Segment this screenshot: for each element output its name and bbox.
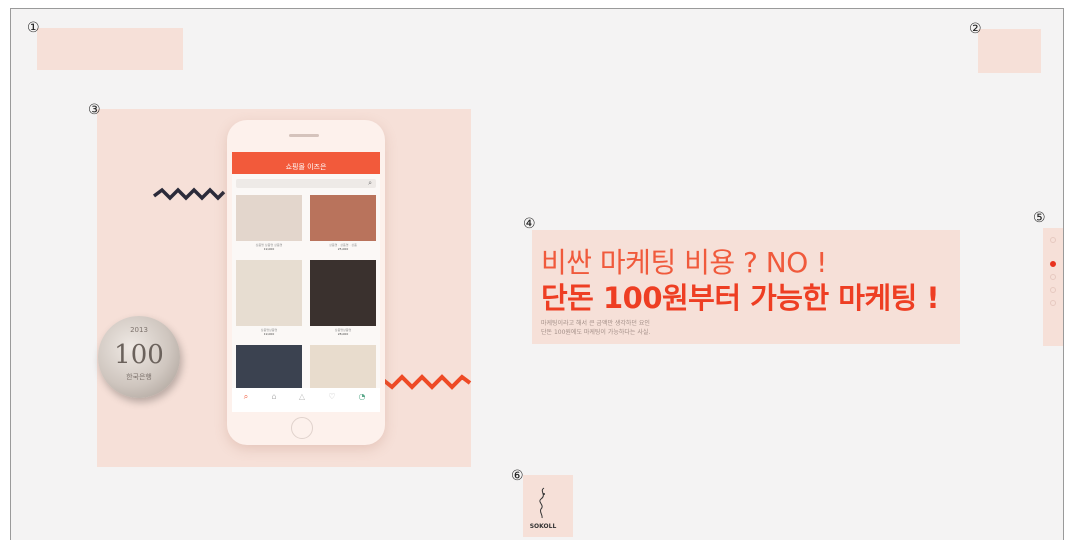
home-button bbox=[291, 417, 313, 439]
product-card[interactable]: 상품명 상품명 상품명 19,000 bbox=[236, 195, 302, 251]
scroll-mouse-icon[interactable] bbox=[535, 486, 551, 520]
product-image bbox=[310, 345, 376, 390]
pagination-dot[interactable] bbox=[1050, 287, 1056, 293]
marker-1: ① bbox=[27, 20, 40, 36]
coin-label: 한국은행 bbox=[126, 373, 152, 381]
tab-cart-icon[interactable]: ◔ bbox=[352, 392, 372, 401]
product-image bbox=[310, 195, 376, 241]
product-price: 28,000 bbox=[337, 332, 349, 336]
marker-3: ③ bbox=[88, 102, 101, 118]
phone-speaker bbox=[289, 134, 319, 137]
zigzag-orange-icon bbox=[380, 374, 472, 390]
zigzag-dark-icon bbox=[152, 187, 226, 201]
marker-5: ⑤ bbox=[1033, 210, 1046, 226]
product-image bbox=[236, 345, 302, 390]
phone-mockup: 쇼핑몰 이즈은 ⌕ 상품명 상품명 상품명 19,000 상품명 · 상품명 ·… bbox=[227, 120, 385, 445]
search-icon[interactable]: ⌕ bbox=[368, 179, 372, 188]
product-price: 25,000 bbox=[337, 247, 349, 251]
pagination-dot-active[interactable] bbox=[1050, 261, 1056, 267]
tab-bar: ⌕ ⌂ △ ♡ ◔ bbox=[232, 388, 380, 412]
marker-2: ② bbox=[969, 21, 982, 37]
product-card[interactable] bbox=[310, 345, 376, 390]
product-image bbox=[236, 195, 302, 241]
product-card[interactable]: 상품명상품명 19,000 bbox=[236, 260, 302, 336]
product-image bbox=[236, 260, 302, 326]
coin-image: 2013 100 한국은행 bbox=[98, 316, 180, 398]
hero-description-1: 마케팅이라고 해서 큰 금액만 생각하던 요인 bbox=[541, 320, 650, 327]
brand-name: SOKOLL bbox=[529, 523, 557, 530]
marker-4: ④ bbox=[523, 216, 536, 232]
menu-area[interactable] bbox=[978, 29, 1041, 73]
coin-year: 2013 bbox=[130, 326, 148, 334]
tab-search-icon[interactable]: ⌕ bbox=[236, 392, 256, 402]
tab-home-icon[interactable]: ⌂ bbox=[264, 392, 284, 401]
tab-wishlist-icon[interactable]: ♡ bbox=[322, 392, 342, 401]
product-card[interactable] bbox=[236, 345, 302, 390]
search-input[interactable]: ⌕ bbox=[236, 179, 376, 188]
status-bar bbox=[232, 152, 380, 160]
phone-screen: 쇼핑몰 이즈은 ⌕ 상품명 상품명 상품명 19,000 상품명 · 상품명 ·… bbox=[232, 152, 380, 412]
product-image bbox=[310, 260, 376, 326]
product-price: 19,000 bbox=[263, 247, 275, 251]
pagination-dot[interactable] bbox=[1050, 237, 1056, 243]
logo-area[interactable] bbox=[37, 28, 183, 70]
product-card[interactable]: 상품명상품명 28,000 bbox=[310, 260, 376, 336]
product-card[interactable]: 상품명 · 상품명 · 상품 25,000 bbox=[310, 195, 376, 251]
hero-subheadline: 단돈 100원부터 가능한 마케팅 ! bbox=[541, 281, 940, 315]
tab-category-icon[interactable]: △ bbox=[292, 392, 312, 401]
app-title: 쇼핑몰 이즈은 bbox=[232, 160, 380, 174]
product-price: 19,000 bbox=[263, 332, 275, 336]
hero-description-2: 단돈 100원에도 마케팅이 가능하다는 사실. bbox=[541, 329, 651, 336]
coin-value: 100 bbox=[114, 340, 164, 370]
pagination-dot[interactable] bbox=[1050, 300, 1056, 306]
marker-6: ⑥ bbox=[511, 468, 524, 484]
pagination-dot[interactable] bbox=[1050, 274, 1056, 280]
